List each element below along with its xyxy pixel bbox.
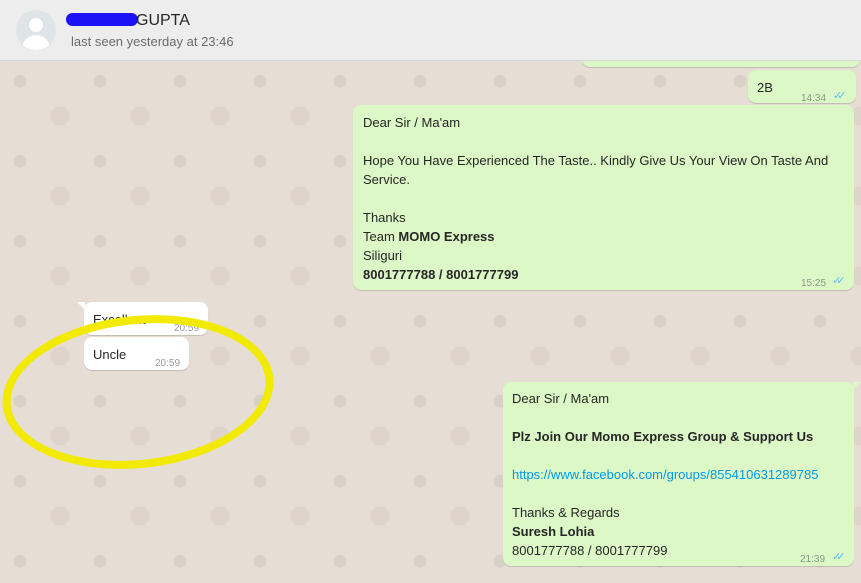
message-team-name: MOMO Express (398, 229, 495, 244)
redaction-mark (66, 13, 138, 26)
message-time: 15:25 (801, 278, 827, 289)
message-body: Hope You Have Experienced The Taste.. Ki… (363, 153, 829, 187)
message-sender: Suresh Lohia (512, 524, 595, 539)
message-bubble[interactable]: 2B 14:34 ✓✓ (748, 70, 856, 104)
message-thanks: Thanks & Regards (512, 505, 620, 520)
double-check-read-icon: ✓✓ (833, 90, 847, 102)
highlight-annotation-circle (0, 302, 282, 482)
message-thanks: Thanks (363, 210, 406, 225)
message-greeting: Dear Sir / Ma'am (512, 391, 610, 406)
avatar-placeholder-icon (29, 18, 43, 32)
message-greeting: Dear Sir / Ma'am (363, 115, 461, 130)
message-headline: Plz Join Our Momo Express Group & Suppor… (512, 429, 814, 444)
contact-name[interactable]: GUPTA (136, 12, 190, 30)
message-phones: 8001777788 / 8001777799 (363, 267, 519, 282)
chat-background[interactable]: 2B 14:34 ✓✓ Dear Sir / Ma'am Hope You Ha… (0, 61, 861, 583)
double-check-read-icon: ✓✓ (832, 551, 846, 563)
message-bubble[interactable]: Dear Sir / Ma'am Plz Join Our Momo Expre… (503, 382, 854, 566)
chat-header[interactable]: GUPTA last seen yesterday at 23:46 (0, 0, 861, 61)
message-team-prefix: Team (363, 229, 395, 244)
message-bubble[interactable]: Dear Sir / Ma'am Hope You Have Experienc… (353, 105, 854, 290)
message-text: 2B (757, 80, 773, 95)
double-check-read-icon: ✓✓ (832, 275, 846, 287)
message-city: Siliguri (363, 248, 403, 263)
message-time: 21:39 (800, 554, 826, 565)
message-bubble-partial[interactable] (582, 61, 860, 67)
facebook-group-link[interactable]: https://www.facebook.com/groups/85541063… (512, 465, 852, 484)
last-seen-status: last seen yesterday at 23:46 (71, 34, 234, 49)
contact-avatar[interactable] (16, 10, 56, 50)
